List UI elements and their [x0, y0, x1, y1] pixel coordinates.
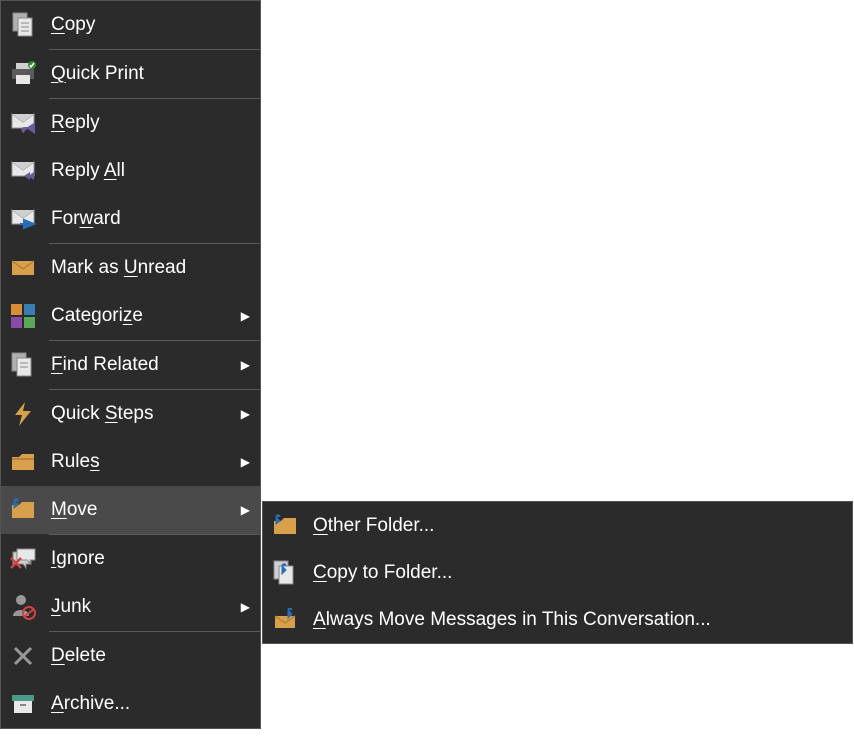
menu-item-forward[interactable]: Forward — [1, 195, 260, 243]
copy-folder-icon — [269, 557, 301, 589]
menu-item-find-related[interactable]: Find Related ▶ — [1, 341, 260, 389]
menu-label: Copy — [51, 14, 250, 36]
envelope-icon — [7, 252, 39, 284]
submenu-label: Other Folder... — [313, 515, 842, 537]
menu-label: Archive... — [51, 693, 250, 715]
lightning-icon — [7, 398, 39, 430]
submenu-label: Always Move Messages in This Conversatio… — [313, 609, 842, 631]
submenu-item-always-move[interactable]: Always Move Messages in This Conversatio… — [263, 596, 852, 643]
menu-label: Junk — [51, 596, 233, 618]
menu-label: Delete — [51, 645, 250, 667]
menu-label: Reply — [51, 112, 250, 134]
submenu-arrow-icon: ▶ — [241, 600, 250, 614]
junk-icon — [7, 591, 39, 623]
categorize-icon — [7, 300, 39, 332]
submenu-arrow-icon: ▶ — [241, 358, 250, 372]
folder-icon — [269, 510, 301, 542]
rules-icon — [7, 446, 39, 478]
menu-item-ignore[interactable]: Ignore — [1, 535, 260, 583]
menu-label: Forward — [51, 208, 250, 230]
submenu-label: Copy to Folder... — [313, 562, 842, 584]
context-menu: Copy Quick Print Reply — [0, 0, 261, 729]
move-submenu: Other Folder... Copy to Folder... Always… — [262, 501, 853, 644]
menu-item-copy[interactable]: Copy — [1, 1, 260, 49]
menu-label: Quick Steps — [51, 403, 233, 425]
menu-item-reply-all[interactable]: Reply All — [1, 147, 260, 195]
menu-item-categorize[interactable]: Categorize ▶ — [1, 292, 260, 340]
menu-label: Find Related — [51, 354, 233, 376]
submenu-arrow-icon: ▶ — [241, 309, 250, 323]
submenu-item-copy-to-folder[interactable]: Copy to Folder... — [263, 549, 852, 596]
always-move-icon — [269, 604, 301, 636]
find-related-icon — [7, 349, 39, 381]
menu-label: Rules — [51, 451, 233, 473]
menu-item-quick-print[interactable]: Quick Print — [1, 50, 260, 98]
menu-item-reply[interactable]: Reply — [1, 99, 260, 147]
menu-item-move[interactable]: Move ▶ — [1, 486, 260, 534]
reply-icon — [7, 107, 39, 139]
submenu-arrow-icon: ▶ — [241, 455, 250, 469]
menu-label: Quick Print — [51, 63, 250, 85]
menu-label: Move — [51, 499, 233, 521]
menu-label: Reply All — [51, 160, 250, 182]
menu-item-quick-steps[interactable]: Quick Steps ▶ — [1, 390, 260, 438]
menu-item-junk[interactable]: Junk ▶ — [1, 583, 260, 631]
copy-icon — [7, 9, 39, 41]
submenu-arrow-icon: ▶ — [241, 407, 250, 421]
menu-item-archive[interactable]: Archive... — [1, 680, 260, 728]
menu-label: Mark as Unread — [51, 257, 250, 279]
submenu-arrow-icon: ▶ — [241, 503, 250, 517]
move-folder-icon — [7, 494, 39, 526]
menu-label: Categorize — [51, 305, 233, 327]
menu-label: Ignore — [51, 548, 250, 570]
reply-all-icon — [7, 155, 39, 187]
print-icon — [7, 58, 39, 90]
menu-item-delete[interactable]: Delete — [1, 632, 260, 680]
menu-item-rules[interactable]: Rules ▶ — [1, 438, 260, 486]
forward-icon — [7, 203, 39, 235]
submenu-item-other-folder[interactable]: Other Folder... — [263, 502, 852, 549]
ignore-icon — [7, 543, 39, 575]
menu-item-mark-unread[interactable]: Mark as Unread — [1, 244, 260, 292]
delete-icon — [7, 640, 39, 672]
archive-icon — [7, 688, 39, 720]
